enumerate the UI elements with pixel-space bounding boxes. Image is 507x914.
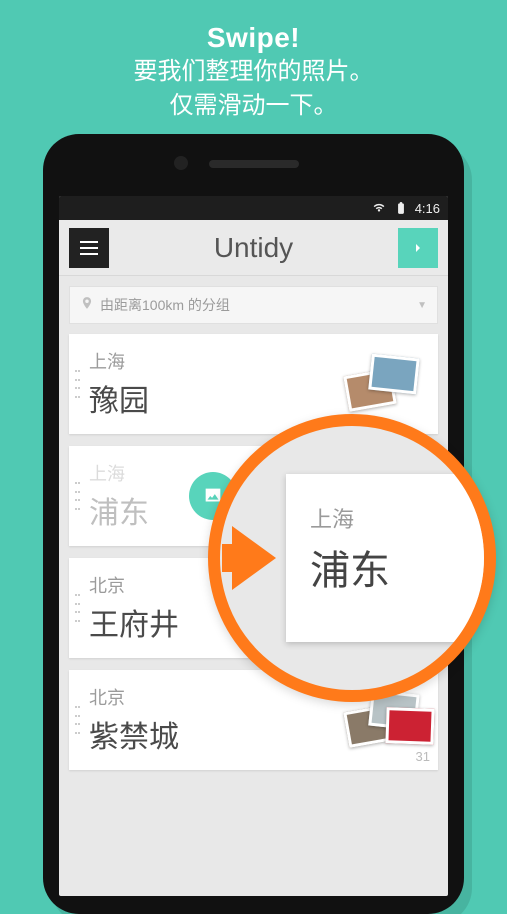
drag-grip-icon [75, 594, 79, 622]
app-title: Untidy [109, 232, 398, 264]
arrow-right-icon [232, 526, 276, 590]
highlight-name: 浦东 [310, 538, 472, 596]
battery-icon [393, 201, 409, 215]
group-count: 31 [416, 749, 430, 764]
swipe-highlight-bubble: 上海 浦东 [208, 414, 496, 702]
drag-grip-icon [75, 482, 79, 510]
promo-line2: 仅需滑动一下。 [10, 90, 497, 122]
app-bar: Untidy [59, 220, 448, 276]
filter-text: 由距离100km 的分组 [100, 295, 417, 315]
wifi-icon [371, 201, 387, 215]
chevron-right-icon [412, 242, 424, 254]
highlight-city: 上海 [310, 502, 472, 534]
forward-button[interactable] [398, 228, 438, 268]
menu-button[interactable] [69, 228, 109, 268]
drag-grip-icon [75, 706, 79, 734]
location-pin-icon [80, 296, 94, 315]
promo-title: Swipe! [10, 22, 497, 54]
highlight-card: 上海 浦东 [286, 474, 484, 642]
dropdown-caret-icon: ▼ [417, 300, 427, 311]
drag-grip-icon [75, 370, 79, 398]
promo-line1: 要我们整理你的照片。 [10, 56, 497, 88]
filter-dropdown[interactable]: 由距离100km 的分组 ▼ [69, 286, 438, 324]
status-bar: 4:16 [59, 196, 448, 220]
promo-header: Swipe! 要我们整理你的照片。 仅需滑动一下。 [0, 0, 507, 141]
group-thumbnails [346, 354, 432, 414]
status-time: 4:16 [415, 201, 440, 216]
